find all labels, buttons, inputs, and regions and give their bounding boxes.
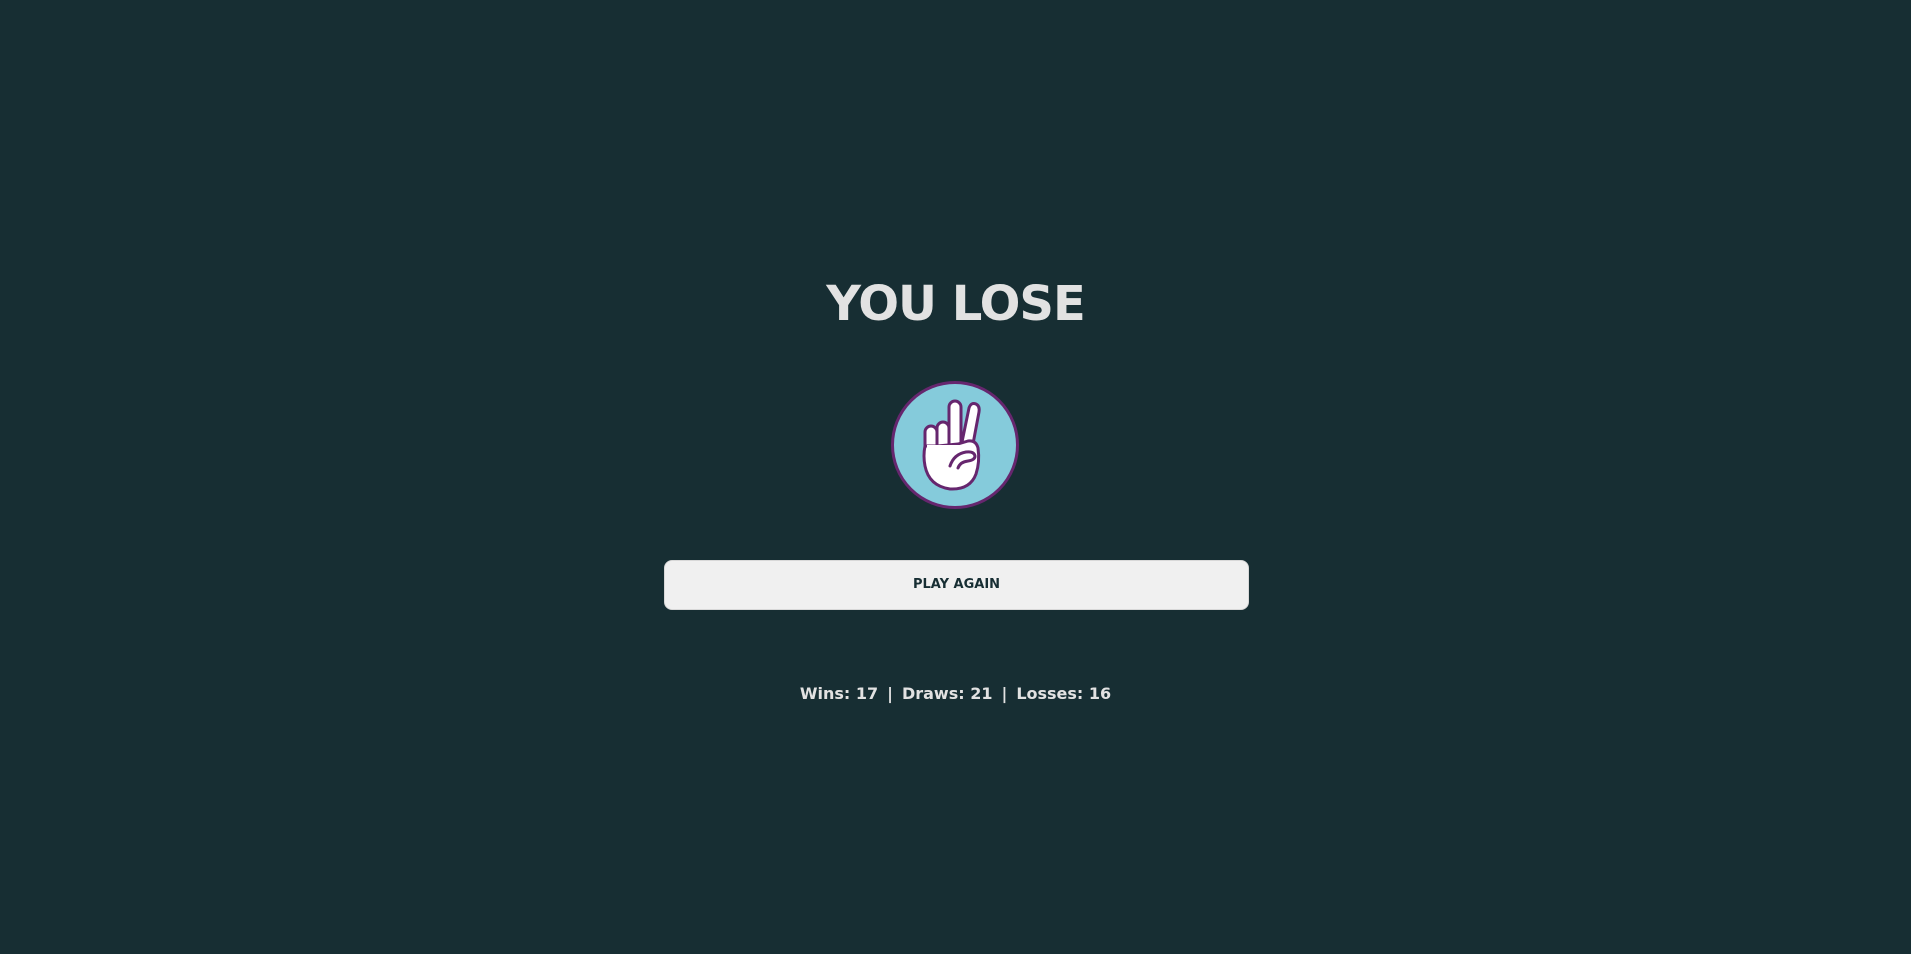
computer-choice (891, 381, 1019, 509)
scoreboard: Wins: 17 | Draws: 21 | Losses: 16 (0, 682, 1911, 706)
game-screen: YOU LOSE PLAY AGAIN Wins: 17 | Draws: 21 | L… (0, 0, 1911, 954)
result-title: YOU LOSE (826, 276, 1086, 332)
losses-count: Losses: 16 (1016, 684, 1112, 703)
score-separator: | (1001, 684, 1008, 703)
play-again-button[interactable]: PLAY AGAIN (664, 560, 1249, 610)
wins-count: Wins: 17 (799, 684, 879, 703)
scissors-hand-icon (922, 399, 981, 491)
score-separator: | (887, 684, 893, 703)
draws-count: Draws: 21 (901, 684, 993, 703)
